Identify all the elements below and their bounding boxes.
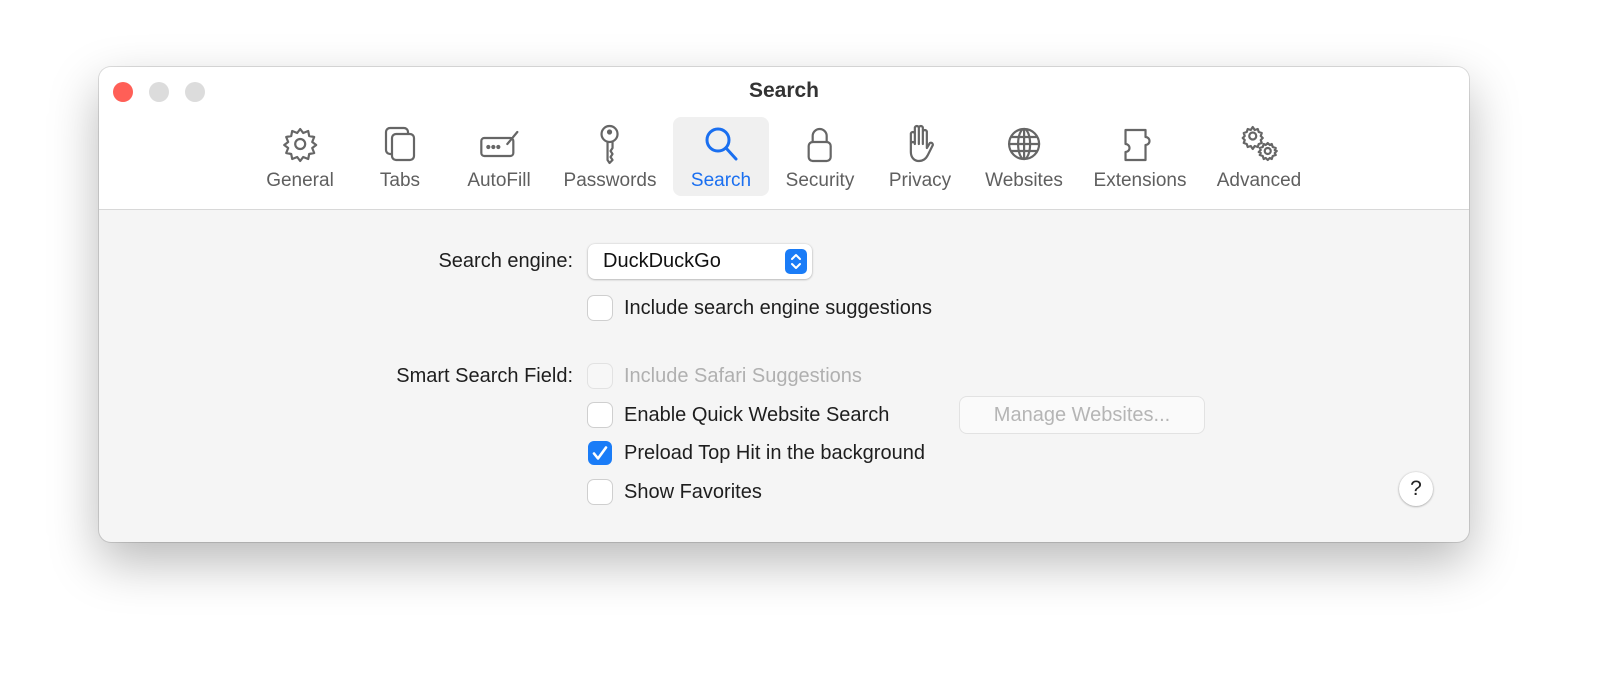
checkbox-label: Preload Top Hit in the background xyxy=(624,441,925,464)
checkbox-label: Show Favorites xyxy=(624,480,762,503)
window-title: Search xyxy=(748,79,820,102)
checkmark-icon xyxy=(592,446,608,460)
gears-icon xyxy=(1241,125,1279,162)
tab-extensions[interactable]: Extensions xyxy=(1084,117,1197,196)
checkbox[interactable] xyxy=(588,296,612,320)
checkbox[interactable] xyxy=(588,403,612,427)
key-icon xyxy=(600,124,620,165)
puzzle-icon xyxy=(1124,128,1152,162)
help-button[interactable]: ? xyxy=(1399,472,1433,506)
tabs-icon xyxy=(384,126,416,162)
manage-websites-button[interactable]: Manage Websites... xyxy=(960,397,1204,433)
tab-label: Extensions xyxy=(1093,170,1187,191)
include-suggestions-checkbox[interactable]: Include search engine suggestions xyxy=(588,295,932,321)
tab-label: AutoFill xyxy=(467,170,531,191)
chevron-updown-icon xyxy=(785,249,807,274)
magnifier-icon xyxy=(705,127,738,161)
checkbox xyxy=(588,364,612,388)
safari-settings-window: Search General Tabs AutoFill Passwords Searc… xyxy=(99,67,1469,542)
lock-icon xyxy=(807,127,833,163)
search-engine-label: Search engine: xyxy=(438,250,573,272)
checkbox-label: Include Safari Suggestions xyxy=(624,364,862,387)
autofill-icon xyxy=(479,130,519,158)
tab-label: Privacy xyxy=(888,170,952,191)
checkbox-label: Include search engine suggestions xyxy=(624,296,932,319)
search-engine-popup[interactable]: DuckDuckGo xyxy=(588,244,812,279)
tab-label: Security xyxy=(785,170,855,191)
checkbox-label: Enable Quick Website Search xyxy=(624,403,890,426)
globe-icon xyxy=(1007,127,1041,161)
tab-label: General xyxy=(266,170,334,191)
smart-search-option-checkbox[interactable]: Preload Top Hit in the background xyxy=(588,440,925,466)
tab-advanced[interactable]: Advanced xyxy=(1207,117,1312,196)
tab-passwords[interactable]: Passwords xyxy=(554,117,667,196)
toolbar: Search General Tabs AutoFill Passwords Searc… xyxy=(99,67,1469,210)
smart-search-option-checkbox[interactable]: Enable Quick Website Search xyxy=(588,402,889,428)
tab-tabs[interactable]: Tabs xyxy=(368,117,432,196)
tab-websites[interactable]: Websites xyxy=(975,117,1073,196)
tab-label: Tabs xyxy=(379,170,421,191)
tab-general[interactable]: General xyxy=(256,117,344,196)
tab-autofill[interactable]: AutoFill xyxy=(457,117,540,196)
smart-search-option-checkbox: Include Safari Suggestions xyxy=(588,363,862,389)
hand-icon xyxy=(909,124,935,163)
tab-label: Search xyxy=(690,170,752,191)
tab-privacy[interactable]: Privacy xyxy=(879,117,961,196)
tab-search[interactable]: Search xyxy=(673,117,769,196)
smart-search-label: Smart Search Field: xyxy=(396,365,573,387)
tab-label: Advanced xyxy=(1216,170,1302,191)
checkbox[interactable] xyxy=(588,480,612,504)
gear-icon xyxy=(282,127,318,163)
search-engine-value: DuckDuckGo xyxy=(603,250,721,272)
tab-label: Websites xyxy=(985,170,1063,191)
checkbox[interactable] xyxy=(588,441,612,465)
tab-label: Passwords xyxy=(563,170,657,191)
smart-search-option-checkbox[interactable]: Show Favorites xyxy=(588,479,762,505)
tab-security[interactable]: Security xyxy=(776,117,865,196)
